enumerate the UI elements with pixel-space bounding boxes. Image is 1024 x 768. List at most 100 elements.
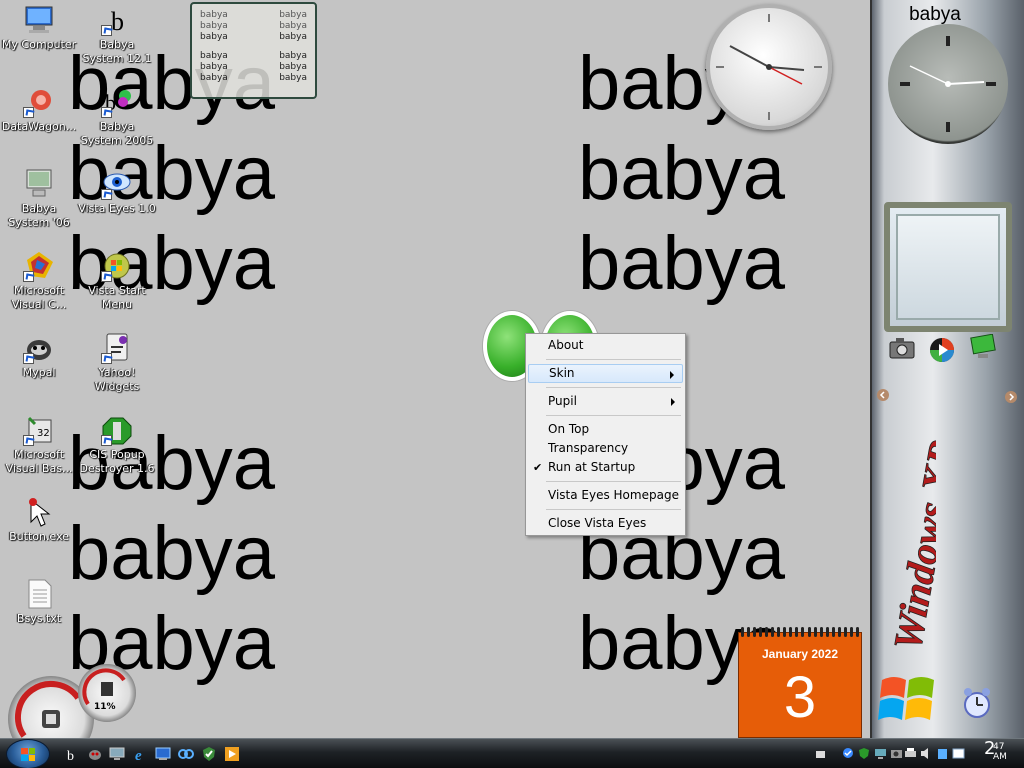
svg-text:b: b bbox=[111, 7, 124, 36]
desktop-icon-label: My Computer bbox=[1, 38, 77, 51]
desktop-icon-label: Microsoft Visual C... bbox=[11, 284, 67, 311]
window-icon[interactable] bbox=[952, 747, 965, 760]
media-play-icon[interactable] bbox=[224, 746, 240, 762]
text-widget-cell: babya bbox=[200, 21, 228, 31]
menu-item-transparency[interactable]: Transparency bbox=[528, 439, 683, 458]
calendar-month: January 2022 bbox=[761, 647, 839, 661]
desktop-icon-visual-basic[interactable]: 32 Microsoft Visual Bas... bbox=[0, 414, 78, 476]
monitor-icon[interactable] bbox=[874, 747, 887, 760]
mypal-icon[interactable] bbox=[87, 746, 103, 762]
menu-separator bbox=[546, 509, 681, 510]
popup-destroyer-icon bbox=[101, 414, 133, 446]
menu-item-on-top[interactable]: On Top bbox=[528, 420, 683, 439]
desktop-icon-babya-system-12[interactable]: b Babya System 12.1 bbox=[78, 4, 156, 66]
desktop-icon-label: Vista Eyes 1.0 bbox=[78, 202, 156, 215]
ram-meter-gauge[interactable]: 11% bbox=[78, 664, 136, 722]
desktop-icon-bsys-txt[interactable]: Bsys.txt bbox=[0, 578, 78, 626]
text-widget-row: babya babya bbox=[200, 73, 307, 84]
desktop-icon-label: Babya System '06 bbox=[8, 202, 70, 229]
speaker-icon[interactable] bbox=[920, 747, 933, 760]
windows-flag-icon bbox=[878, 677, 934, 720]
wallpaper-text: babya bbox=[578, 131, 786, 216]
shortcut-arrow-icon bbox=[23, 353, 34, 364]
alarm-clock-icon[interactable] bbox=[960, 686, 994, 720]
monitor-icon[interactable] bbox=[968, 334, 998, 362]
computer-icon bbox=[23, 4, 55, 36]
babya-2005-icon: b bbox=[101, 86, 133, 118]
network-icon[interactable] bbox=[842, 747, 855, 760]
desktop-icon-mypal[interactable]: Mypal bbox=[0, 332, 78, 380]
shortcut-arrow-icon bbox=[23, 271, 34, 282]
text-widget[interactable]: babya babya babya babya babya babya babya ba… bbox=[190, 2, 317, 99]
vista-eyes-icon bbox=[101, 168, 133, 200]
visual-c-icon bbox=[23, 250, 55, 282]
menu-separator bbox=[546, 359, 681, 360]
text-widget-row: babya babya bbox=[200, 62, 307, 73]
clock-ampm: AM bbox=[993, 752, 1007, 762]
desktop-icon-yahoo-widgets[interactable]: Yahoo! Widgets bbox=[78, 332, 156, 394]
link-icon[interactable] bbox=[178, 746, 194, 762]
clock-face-icon bbox=[900, 36, 996, 132]
vista-start-menu-icon bbox=[101, 250, 133, 282]
keyboard-icon[interactable] bbox=[814, 747, 827, 760]
text-widget-cell: babya bbox=[279, 10, 307, 20]
shield-check-icon[interactable] bbox=[201, 746, 217, 762]
gauge-dial-icon bbox=[82, 668, 126, 706]
menu-item-vista-eyes-homepage[interactable]: Vista Eyes Homepage bbox=[528, 486, 683, 505]
babya-icon[interactable]: b bbox=[64, 746, 80, 762]
visual-basic-icon: 32 bbox=[23, 414, 55, 446]
desktop-icon-cis-popup-destroyer[interactable]: CIS Popup Destroyer 1.6 bbox=[78, 414, 156, 476]
svg-text:32: 32 bbox=[37, 428, 50, 439]
camera-icon[interactable] bbox=[890, 747, 903, 760]
context-menu: About Skin Pupil On Top Transparency ✔ Ru… bbox=[525, 333, 686, 536]
desktop-icon[interactable] bbox=[155, 746, 171, 762]
printer-icon[interactable] bbox=[904, 747, 917, 760]
text-file-icon bbox=[23, 578, 55, 610]
desktop-icon-babya-system-06[interactable]: Babya System '06 bbox=[0, 168, 78, 230]
shortcut-arrow-icon bbox=[101, 25, 112, 36]
desktop-icon-vista-start-menu[interactable]: Vista Start Menu bbox=[78, 250, 156, 312]
desktop-icon-my-computer[interactable]: My Computer bbox=[0, 4, 78, 52]
computer-icon[interactable] bbox=[109, 746, 125, 762]
media-player-icon[interactable] bbox=[928, 336, 956, 364]
internet-explorer-icon[interactable]: e bbox=[133, 746, 149, 762]
clipboard-icon[interactable] bbox=[936, 747, 949, 760]
chevron-right-icon[interactable] bbox=[1004, 390, 1018, 404]
menu-item-close-vista-eyes[interactable]: Close Vista Eyes bbox=[528, 514, 683, 533]
menu-item-label: Pupil bbox=[548, 394, 577, 408]
text-widget-row: babya babya bbox=[200, 51, 307, 62]
camera-icon[interactable] bbox=[888, 334, 916, 362]
text-widget-row: babya babya bbox=[200, 21, 307, 32]
menu-item-skin[interactable]: Skin bbox=[528, 364, 683, 383]
chevron-left-icon[interactable] bbox=[876, 388, 890, 402]
menu-item-run-at-startup[interactable]: ✔ Run at Startup bbox=[528, 458, 683, 477]
shield-check-icon[interactable] bbox=[858, 747, 871, 760]
sidebar-clock-gadget[interactable] bbox=[888, 24, 1008, 144]
windows-xp-logo-art: Windows XP bbox=[884, 437, 936, 654]
text-widget-cell: babya bbox=[200, 73, 228, 83]
shortcut-arrow-icon bbox=[101, 107, 112, 118]
menu-item-about[interactable]: About bbox=[528, 336, 683, 355]
sidebar: babya Windows XP bbox=[870, 0, 1024, 738]
desktop-icon-label: Bsys.txt bbox=[16, 612, 62, 625]
menu-item-label: About bbox=[548, 338, 584, 352]
start-button[interactable] bbox=[6, 739, 50, 768]
desktop-icon-label: Babya System 12.1 bbox=[82, 38, 152, 65]
shortcut-arrow-icon bbox=[23, 107, 34, 118]
mypal-icon bbox=[23, 332, 55, 364]
menu-item-label: Run at Startup bbox=[548, 460, 636, 474]
menu-item-pupil[interactable]: Pupil bbox=[528, 392, 683, 411]
sidebar-picture-frame[interactable] bbox=[884, 202, 1012, 332]
desktop-icon-vista-eyes[interactable]: Vista Eyes 1.0 bbox=[78, 168, 156, 216]
analog-clock-gadget[interactable] bbox=[706, 4, 832, 130]
svg-text:b: b bbox=[67, 749, 74, 762]
desktop-icon-label: Microsoft Visual Bas... bbox=[5, 448, 73, 475]
desktop-icon-babya-system-2005[interactable]: b Babya System 2005 bbox=[78, 86, 156, 148]
menu-item-label: Vista Eyes Homepage bbox=[548, 488, 679, 502]
desktop-icon-datawagon[interactable]: DataWagon... bbox=[0, 86, 78, 134]
desktop-icon-button-exe[interactable]: Button.exe bbox=[0, 496, 78, 544]
clock-face-icon bbox=[716, 14, 822, 120]
desktop-icon-visual-c[interactable]: Microsoft Visual C... bbox=[0, 250, 78, 312]
shortcut-arrow-icon bbox=[101, 271, 112, 282]
calendar-gadget[interactable]: January 2022 3 bbox=[738, 627, 862, 738]
